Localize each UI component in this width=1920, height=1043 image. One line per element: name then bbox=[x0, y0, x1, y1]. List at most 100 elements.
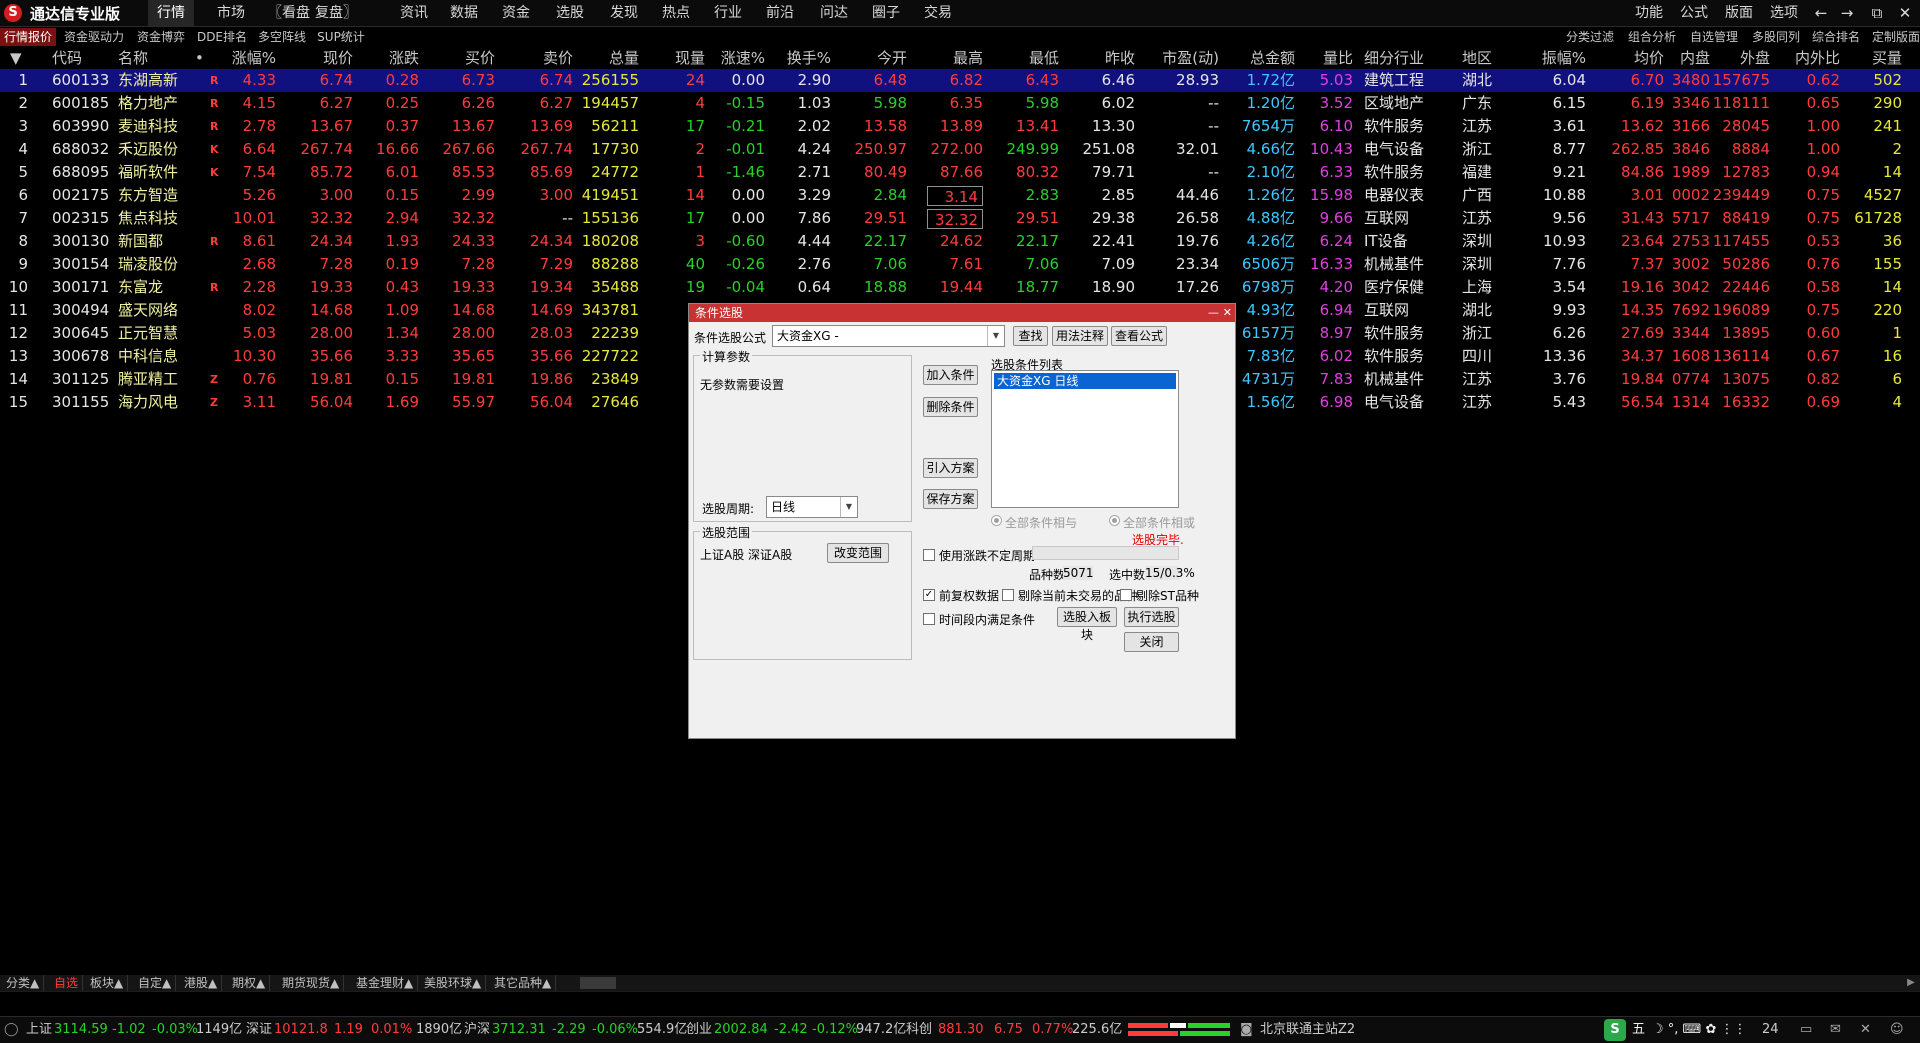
formula-combo[interactable]: 大资金XG - ▼ bbox=[772, 325, 1005, 347]
find-button[interactable]: 查找 bbox=[1013, 326, 1048, 346]
menu-item-12[interactable]: 问达 bbox=[814, 0, 854, 26]
column-header-code[interactable]: 代码 bbox=[52, 47, 82, 69]
category-scrollbar-thumb[interactable] bbox=[580, 977, 616, 989]
chat-icon[interactable]: ✉ bbox=[1830, 1017, 1841, 1043]
category-tab-3[interactable]: 自定▲ bbox=[134, 975, 177, 991]
uncertain-period-checkbox[interactable] bbox=[923, 549, 935, 561]
condition-list[interactable]: 大资金XG 日线 bbox=[991, 370, 1179, 508]
column-header-price[interactable]: 现价 bbox=[275, 47, 353, 69]
column-header-chg[interactable]: 涨幅% bbox=[210, 47, 276, 69]
status-circle-icon[interactable]: ◯ bbox=[4, 1017, 19, 1043]
table-row[interactable]: 1 R 600133 东湖高新 4.33 6.74 0.28 6.73 6.74 256155 24… bbox=[0, 69, 1920, 92]
radio-or[interactable] bbox=[1109, 515, 1120, 526]
sub-tab-3[interactable]: DDE排名 bbox=[194, 28, 250, 46]
cy-label[interactable]: 创业 bbox=[686, 1017, 712, 1043]
period-select[interactable]: 日线 ▼ bbox=[766, 496, 858, 518]
radio-and[interactable] bbox=[991, 515, 1002, 526]
add-condition-button[interactable]: 加入条件 bbox=[923, 365, 978, 385]
usage-note-button[interactable]: 用法注释 bbox=[1052, 326, 1108, 346]
category-tab-7[interactable]: 基金理财▲ bbox=[352, 975, 419, 991]
save-scheme-button[interactable]: 保存方案 bbox=[923, 489, 978, 509]
table-row[interactable]: 5 K 688095 福昕软件 7.54 85.72 6.01 85.53 85.69 24772… bbox=[0, 161, 1920, 184]
category-tab-9[interactable]: 其它品种▲ bbox=[490, 975, 557, 991]
table-row[interactable]: 4 K 688032 禾迈股份 6.64 267.74 16.66 267.66 267.74 1… bbox=[0, 138, 1920, 161]
column-header-name[interactable]: 名称 bbox=[118, 47, 148, 69]
view-formula-button[interactable]: 查看公式 bbox=[1111, 326, 1167, 346]
menu-item-13[interactable]: 圈子 bbox=[866, 0, 906, 26]
import-scheme-button[interactable]: 引入方案 bbox=[923, 458, 978, 478]
column-header-area[interactable]: 地区 bbox=[1462, 47, 1492, 69]
column-header-pe[interactable]: 市盈(动) bbox=[1135, 47, 1219, 69]
user-icon[interactable]: ☺ bbox=[1890, 1017, 1904, 1043]
right-menu-item-2[interactable]: 版面 bbox=[1725, 0, 1753, 26]
column-header-avg[interactable]: 均价 bbox=[1586, 47, 1664, 69]
sub-tab-right-2[interactable]: 自选管理 bbox=[1686, 28, 1742, 46]
column-header-inner[interactable]: 内盘 bbox=[1664, 47, 1710, 69]
server-icon[interactable]: ◙ bbox=[1240, 1017, 1253, 1043]
menu-item-11[interactable]: 前沿 bbox=[760, 0, 800, 26]
exclude-st-checkbox[interactable] bbox=[1120, 589, 1132, 601]
category-tab-4[interactable]: 港股▲ bbox=[180, 975, 223, 991]
sub-tab-4[interactable]: 多空阵线 bbox=[254, 28, 310, 46]
table-row[interactable]: 7 002315 焦点科技 10.01 32.32 2.94 32.32 -- 155136 17… bbox=[0, 207, 1920, 230]
menu-item-7[interactable]: 选股 bbox=[550, 0, 590, 26]
dialog-close-icon[interactable]: ✕ bbox=[1223, 304, 1232, 322]
menu-item-3[interactable]: 复盘〗 bbox=[315, 0, 357, 26]
chevron-down-icon[interactable]: ▼ bbox=[987, 326, 1004, 346]
sub-tab-2[interactable]: 资金博弈 bbox=[132, 28, 190, 46]
column-header-high[interactable]: 最高 bbox=[907, 47, 983, 69]
time-period-checkbox[interactable] bbox=[923, 613, 935, 625]
column-header-spd[interactable]: 涨速% bbox=[705, 47, 765, 69]
category-tab-6[interactable]: 期货现货▲ bbox=[278, 975, 345, 991]
hs-label[interactable]: 沪深 bbox=[464, 1017, 490, 1043]
column-header-bid[interactable]: 买价 bbox=[419, 47, 495, 69]
mute-icon[interactable]: ✕ bbox=[1860, 1017, 1871, 1043]
exclude-untraded-checkbox[interactable] bbox=[1002, 589, 1014, 601]
column-header-ask[interactable]: 卖价 bbox=[495, 47, 573, 69]
delete-condition-button[interactable]: 删除条件 bbox=[923, 397, 978, 417]
server-name[interactable]: 北京联通主站Z2 bbox=[1260, 1017, 1355, 1043]
table-row[interactable]: 9 300154 瑞凌股份 2.68 7.28 0.19 7.28 7.29 88288 40 -0… bbox=[0, 253, 1920, 276]
menu-item-6[interactable]: 资金 bbox=[496, 0, 536, 26]
ime-mode[interactable]: 五 bbox=[1632, 1017, 1645, 1043]
run-selection-button[interactable]: 执行选股 bbox=[1124, 607, 1179, 627]
sub-tab-right-0[interactable]: 分类过滤 bbox=[1562, 28, 1618, 46]
sub-tab-1[interactable]: 资金驱动力 bbox=[60, 28, 128, 46]
column-header-open[interactable]: 今开 bbox=[831, 47, 907, 69]
scroll-right-icon[interactable]: ▶ bbox=[1904, 975, 1918, 991]
close-button[interactable]: 关闭 bbox=[1124, 632, 1179, 652]
column-header-io[interactable]: 内外比 bbox=[1770, 47, 1840, 69]
menu-item-4[interactable]: 资讯 bbox=[394, 0, 434, 26]
category-tab-8[interactable]: 美股环球▲ bbox=[420, 975, 487, 991]
right-menu-item-3[interactable]: 选项 bbox=[1770, 0, 1798, 26]
chevron-down-icon[interactable]: ▼ bbox=[840, 497, 857, 517]
column-header-low[interactable]: 最低 bbox=[983, 47, 1059, 69]
sub-tab-5[interactable]: SUP统计 bbox=[314, 28, 368, 46]
sz-label[interactable]: 深证 bbox=[246, 1017, 272, 1043]
table-row[interactable]: 3 R 603990 麦迪科技 2.78 13.67 0.37 13.67 13.69 56211… bbox=[0, 115, 1920, 138]
dialog-titlebar[interactable]: 条件选股 — ✕ bbox=[689, 304, 1235, 322]
sub-tab-0[interactable]: 行情报价 bbox=[0, 28, 56, 46]
column-header-vol[interactable]: 总量 bbox=[573, 47, 639, 69]
column-header-amt[interactable]: 总金额 bbox=[1219, 47, 1295, 69]
ime-tools[interactable]: ☽ °, ⌨ ✿ ⋮⋮ bbox=[1652, 1017, 1746, 1043]
table-row[interactable]: 2 R 600185 格力地产 4.15 6.27 0.25 6.26 6.27 194457 4-… bbox=[0, 92, 1920, 115]
right-menu-item-0[interactable]: 功能 bbox=[1635, 0, 1663, 26]
sub-tab-right-5[interactable]: 定制版面 bbox=[1868, 28, 1920, 46]
column-header-prev[interactable]: 昨收 bbox=[1059, 47, 1135, 69]
column-header-ind[interactable]: 细分行业 bbox=[1364, 47, 1424, 69]
dialog-minimize-icon[interactable]: — bbox=[1208, 304, 1219, 322]
column-header-ratio[interactable]: 量比 bbox=[1295, 47, 1353, 69]
menu-item-1[interactable]: 市场 bbox=[208, 0, 254, 26]
condition-list-item[interactable]: 大资金XG 日线 bbox=[994, 373, 1176, 389]
column-header-turn[interactable]: 换手% bbox=[765, 47, 831, 69]
restore-icon[interactable]: ⧉ bbox=[1864, 0, 1890, 26]
menu-item-2[interactable]: 〖看盘 bbox=[268, 0, 310, 26]
table-row[interactable]: 8 R 300130 新国都 8.61 24.34 1.93 24.33 24.34 180208… bbox=[0, 230, 1920, 253]
close-icon[interactable]: ✕ bbox=[1892, 0, 1918, 26]
table-row[interactable]: 6 002175 东方智造 5.26 3.00 0.15 2.99 3.00 419451 14 0… bbox=[0, 184, 1920, 207]
sub-tab-right-4[interactable]: 综合排名 bbox=[1808, 28, 1864, 46]
category-tab-0[interactable]: 分类▲ bbox=[2, 975, 45, 991]
category-tab-1[interactable]: 自选 bbox=[50, 975, 84, 991]
column-header-outer[interactable]: 外盘 bbox=[1710, 47, 1770, 69]
